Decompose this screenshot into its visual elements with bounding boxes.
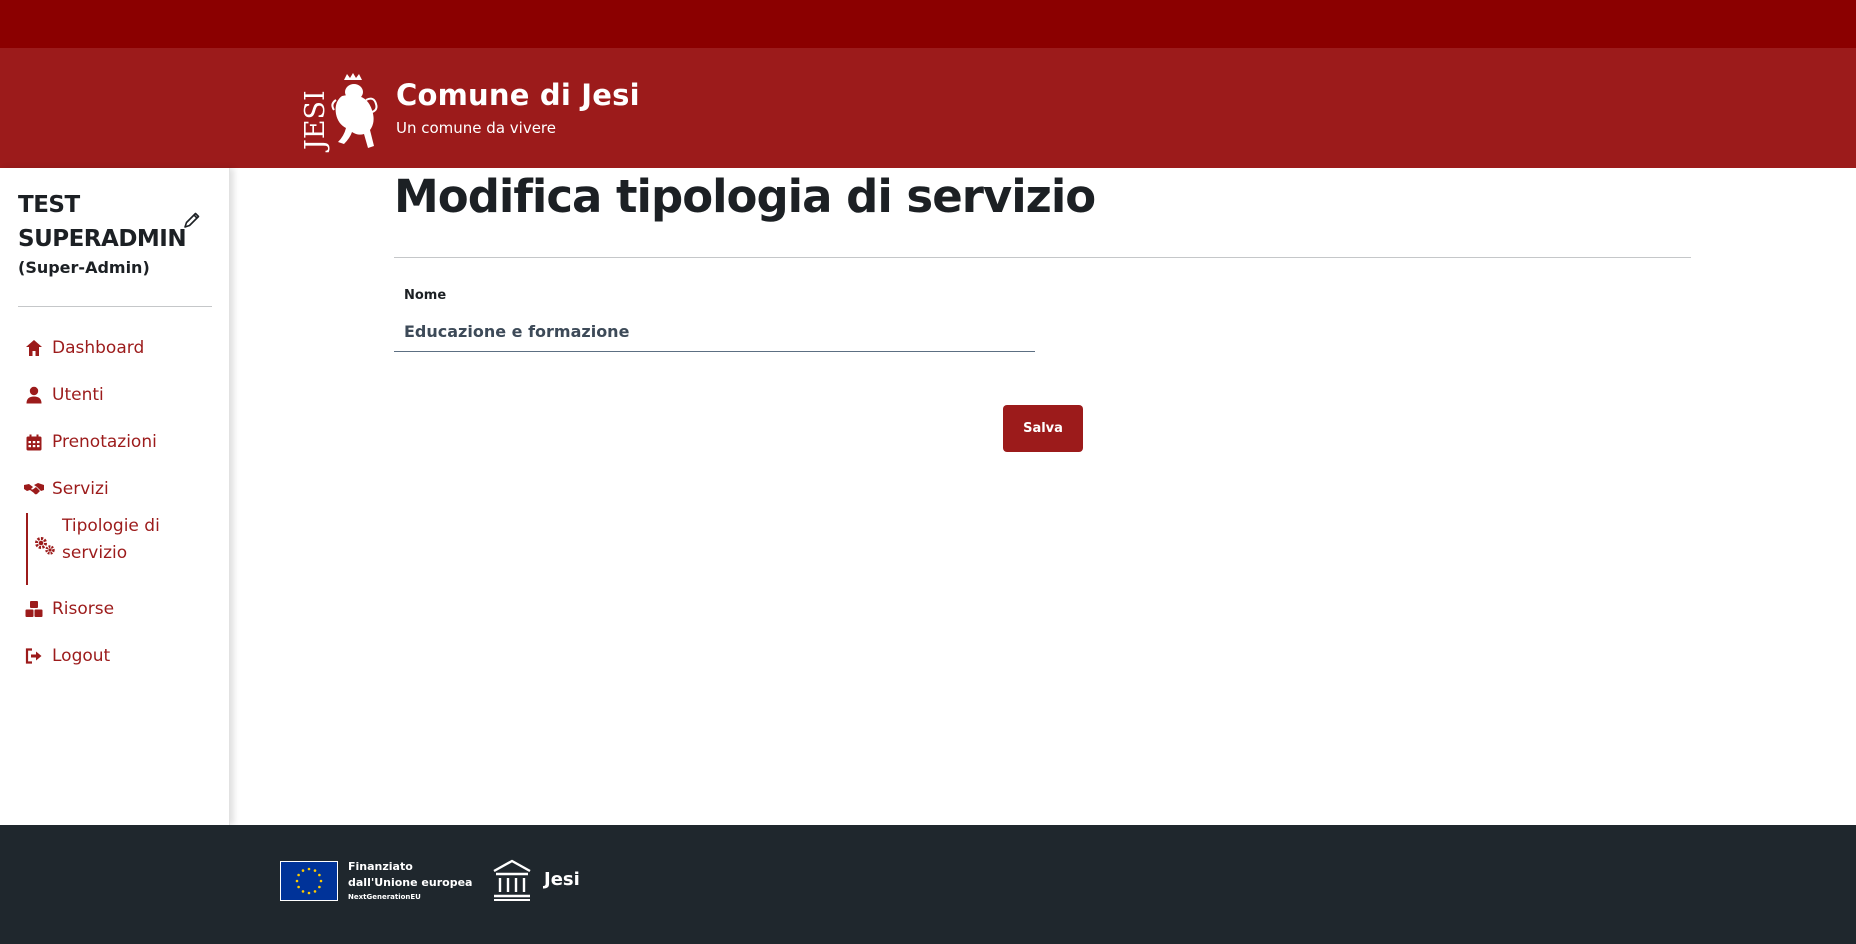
jesi-lion-crest-icon[interactable]: JESI bbox=[294, 70, 380, 154]
site-header: JESI Comune di Jesi Un comune da vivere bbox=[0, 48, 1856, 168]
title-divider bbox=[394, 257, 1691, 258]
sidebar-item-dashboard[interactable]: Dashboard bbox=[24, 333, 144, 363]
save-button[interactable]: Salva bbox=[1003, 405, 1083, 452]
home-icon bbox=[24, 338, 44, 358]
footer-site-name[interactable]: Jesi bbox=[544, 869, 580, 890]
sidebar-item-risorse[interactable]: Risorse bbox=[24, 594, 114, 624]
eu-funding-line3: NextGenerationEU bbox=[348, 893, 421, 901]
sidebar-divider bbox=[18, 306, 212, 307]
nome-field-label: Nome bbox=[404, 288, 447, 303]
site-footer: Finanziato dall'Unione europea NextGener… bbox=[0, 825, 1856, 944]
sidebar-item-prenotazioni[interactable]: Prenotazioni bbox=[24, 427, 157, 457]
cubes-icon bbox=[24, 599, 44, 619]
user-role: (Super-Admin) bbox=[18, 258, 150, 277]
institution-icon[interactable] bbox=[492, 859, 532, 901]
eu-flag-icon bbox=[280, 861, 338, 901]
sidebar-item-utenti[interactable]: Utenti bbox=[24, 380, 104, 410]
sidebar-item-label: Servizi bbox=[52, 479, 109, 499]
sidebar-item-label: Dashboard bbox=[52, 338, 145, 358]
gears-icon bbox=[34, 535, 56, 557]
handshake-icon bbox=[24, 479, 44, 499]
eu-funding-text: Finanziato dall'Unione europea NextGener… bbox=[348, 859, 472, 903]
sidebar-subitem-tipologie[interactable]: Tipologie di servizio bbox=[26, 513, 172, 585]
sidebar-subitem-label: Tipologie di servizio bbox=[62, 516, 160, 563]
logo-text: JESI bbox=[300, 90, 331, 153]
user-icon bbox=[24, 385, 44, 405]
sign-out-icon bbox=[24, 646, 44, 666]
sidebar: TEST SUPERADMIN (Super-Admin) Dashboard … bbox=[0, 168, 230, 825]
site-tagline: Un comune da vivere bbox=[396, 119, 556, 137]
sidebar-item-label: Prenotazioni bbox=[52, 432, 157, 452]
user-name: TEST SUPERADMIN bbox=[18, 192, 187, 252]
sidebar-item-label: Risorse bbox=[52, 599, 115, 619]
pencil-icon[interactable] bbox=[182, 210, 202, 230]
top-bar bbox=[0, 0, 1856, 48]
calendar-icon bbox=[24, 432, 44, 452]
sidebar-item-logout[interactable]: Logout bbox=[24, 641, 110, 671]
site-title[interactable]: Comune di Jesi bbox=[396, 78, 640, 112]
sidebar-item-label: Logout bbox=[52, 646, 111, 666]
page-title: Modifica tipologia di servizio bbox=[394, 170, 1096, 223]
nome-input[interactable] bbox=[394, 312, 1035, 352]
eu-funding-line1: Finanziato bbox=[348, 860, 413, 873]
sidebar-item-label: Utenti bbox=[52, 385, 104, 405]
sidebar-item-servizi[interactable]: Servizi bbox=[24, 474, 109, 504]
eu-funding-line2: dall'Unione europea bbox=[348, 876, 473, 889]
